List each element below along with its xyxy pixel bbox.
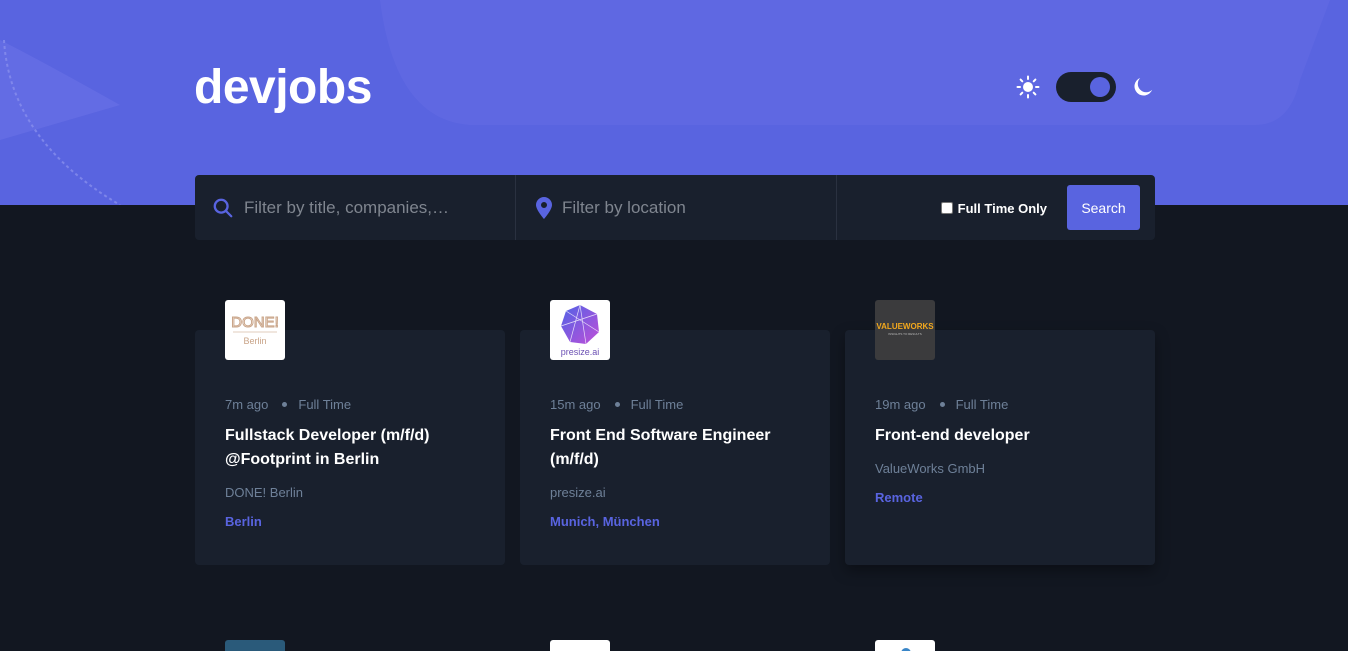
separator-dot (282, 402, 288, 407)
theme-switch (1016, 72, 1156, 102)
company-logo: presize.ai (550, 300, 610, 360)
job-meta: 7m ago Full Time (225, 397, 351, 412)
company-name: ValueWorks GmbH (875, 461, 986, 476)
job-card[interactable]: DONE! Berlin 7m ago Full Time Fullstack … (195, 300, 505, 565)
job-card[interactable]: VALUEWORKS INSIGHTS TO RESULTS 19m ago F… (845, 300, 1155, 565)
job-location: Berlin (225, 514, 262, 529)
contract-type: Full Time (630, 397, 684, 412)
toggle-knob (1090, 77, 1110, 97)
company-logo: DONE! Berlin (225, 300, 285, 360)
logo-subtext: INSIGHTS TO RESULTS (888, 332, 922, 336)
logo-wordmark: presize.ai (561, 347, 600, 357)
search-button[interactable]: Search (1067, 185, 1140, 230)
company-logo (875, 640, 935, 651)
separator-dot (939, 402, 945, 407)
fulltime-label: Full Time Only (957, 201, 1047, 216)
logo-wordmark: DONE! (231, 314, 279, 331)
job-location: Remote (875, 490, 923, 505)
sun-icon (1016, 75, 1040, 99)
brand-logo[interactable]: devjobs (194, 60, 372, 115)
moon-icon (1134, 77, 1153, 96)
contract-type: Full Time (298, 397, 352, 412)
company-name: DONE! Berlin (225, 485, 304, 500)
company-logo (225, 640, 285, 651)
filter-options: Full Time Only Search (836, 175, 1155, 240)
company-logo (550, 640, 610, 651)
posted-time: 7m ago (225, 397, 269, 412)
logo-wordmark: VALUEWORKS (876, 322, 934, 331)
posted-time: 19m ago (875, 397, 926, 412)
location-filter (515, 175, 836, 240)
posted-time: 15m ago (550, 397, 601, 412)
job-location: Munich, München (550, 514, 660, 529)
job-title[interactable]: Fullstack Developer (m/f/d) @Footprint i… (225, 424, 475, 472)
company-logo: VALUEWORKS INSIGHTS TO RESULTS (875, 300, 935, 360)
location-pin-icon (536, 196, 552, 219)
presize-logo-icon: presize.ai (561, 304, 600, 357)
title-filter (195, 175, 515, 240)
search-bar: Full Time Only Search (195, 175, 1155, 240)
done-logo-icon: DONE! Berlin (231, 314, 280, 347)
logo-subtext: Berlin (243, 336, 266, 346)
valueworks-logo-icon: VALUEWORKS INSIGHTS TO RESULTS (876, 322, 934, 336)
location-search-input[interactable] (562, 197, 792, 218)
job-card[interactable]: presize.ai 15m ago Full Time Front End S… (520, 300, 830, 565)
theme-toggle[interactable] (1056, 72, 1116, 102)
title-search-input[interactable] (244, 197, 474, 218)
contract-type: Full Time (955, 397, 1009, 412)
fulltime-checkbox[interactable] (940, 201, 953, 214)
job-meta: 19m ago Full Time (875, 397, 1008, 412)
job-title[interactable]: Front End Software Engineer (m/f/d) (550, 424, 800, 472)
separator-dot (614, 402, 620, 407)
drop-logo-icon (901, 648, 911, 651)
job-meta: 15m ago Full Time (550, 397, 683, 412)
job-title[interactable]: Front-end developer (875, 424, 1125, 448)
company-name: presize.ai (550, 485, 606, 500)
fulltime-filter[interactable]: Full Time Only (940, 199, 1047, 216)
search-icon (213, 198, 233, 217)
